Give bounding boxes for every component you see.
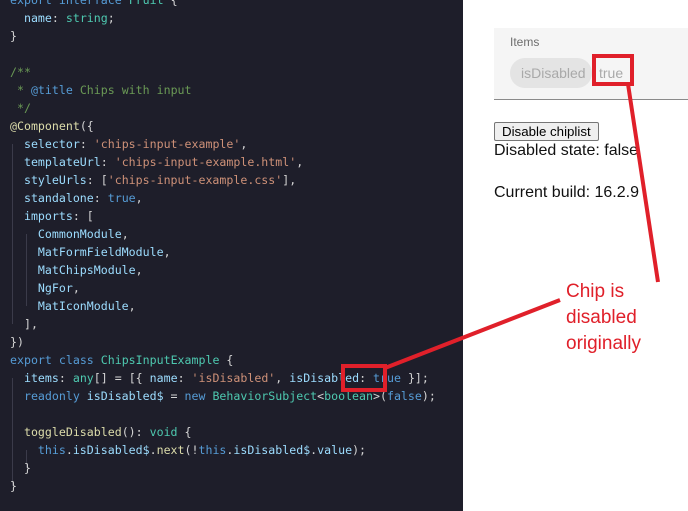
- arrow-to-code: [384, 298, 561, 370]
- highlight-box-code: [341, 364, 387, 392]
- annotation-label: Chip is disabled originally: [566, 281, 641, 354]
- highlight-box-chip: [592, 54, 634, 86]
- annotation-overlay: [341, 54, 660, 392]
- arrow-to-chip: [626, 83, 660, 283]
